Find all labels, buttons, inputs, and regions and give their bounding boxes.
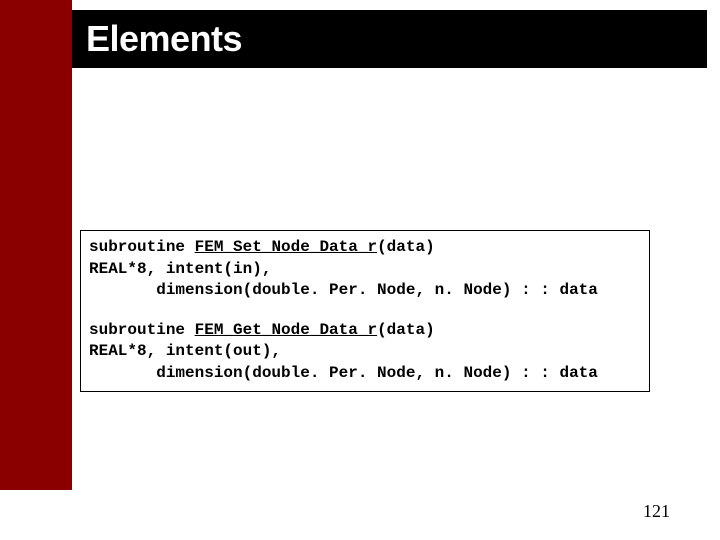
code-line: subroutine FEM_Get_Node_Data_r(data)	[89, 320, 641, 342]
code-line: REAL*8, intent(out),	[89, 341, 641, 363]
function-name: FEM_Get_Node_Data_r	[195, 321, 377, 339]
code-text: subroutine	[89, 238, 195, 256]
code-line: subroutine FEM_Set_Node_Data_r(data)	[89, 237, 641, 259]
blank-line	[89, 302, 641, 320]
code-text: (data)	[377, 321, 435, 339]
code-line: dimension(double. Per. Node, n. Node) : …	[89, 363, 641, 385]
accent-sidebar	[0, 0, 72, 490]
code-text: subroutine	[89, 321, 195, 339]
title-bar: Elements	[72, 10, 707, 68]
code-text: (data)	[377, 238, 435, 256]
code-box: subroutine FEM_Set_Node_Data_r(data) REA…	[80, 230, 650, 392]
slide-title: Elements	[86, 18, 242, 60]
page-number: 121	[643, 501, 670, 522]
code-line: dimension(double. Per. Node, n. Node) : …	[89, 280, 641, 302]
function-name: FEM_Set_Node_Data_r	[195, 238, 377, 256]
code-line: REAL*8, intent(in),	[89, 259, 641, 281]
